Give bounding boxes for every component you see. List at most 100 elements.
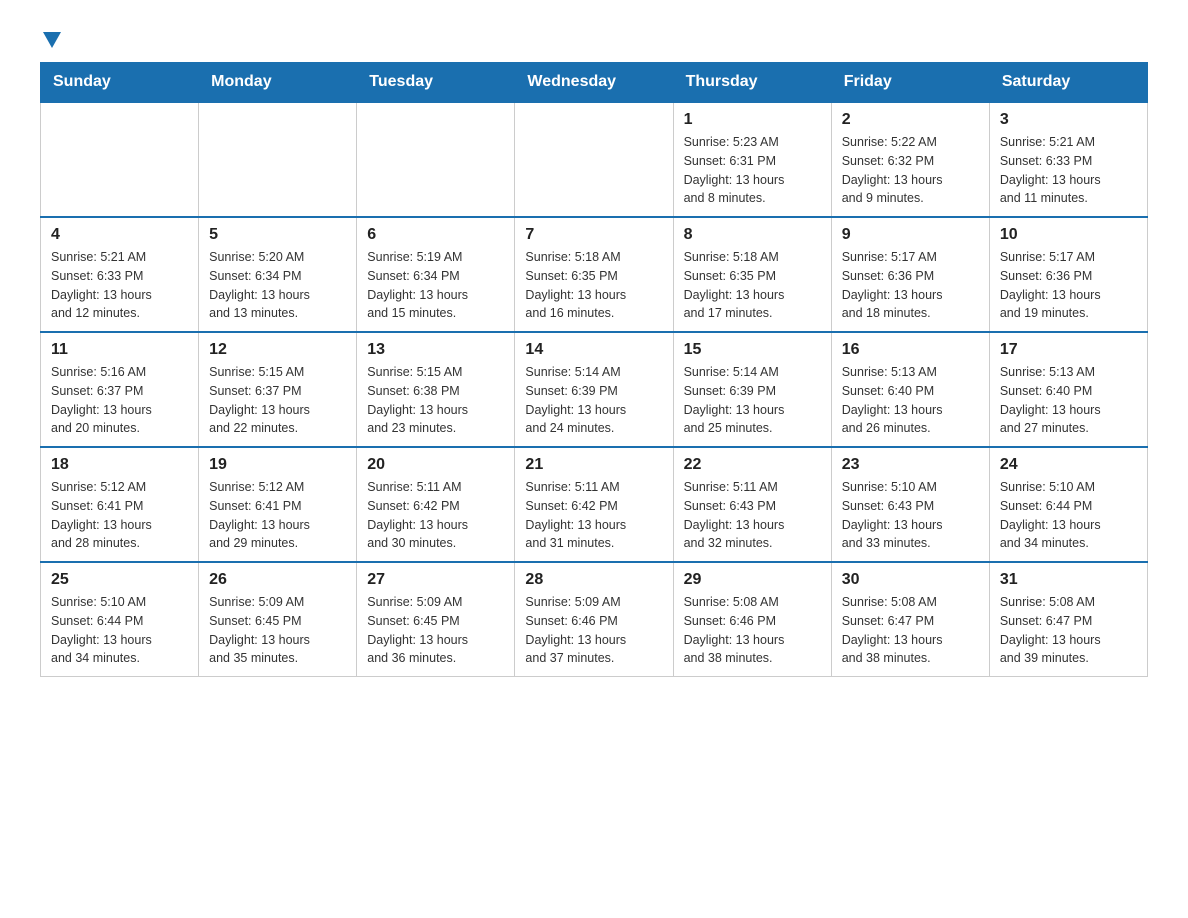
calendar-cell: 3 Sunrise: 5:21 AM Sunset: 6:33 PM Daylig… [989,102,1147,217]
day-info: Sunrise: 5:09 AM Sunset: 6:45 PM Dayligh… [209,593,346,668]
calendar-cell: 20 Sunrise: 5:11 AM Sunset: 6:42 PM Dayli… [357,447,515,562]
calendar-week-row: 1Sunrise: 5:23 AM Sunset: 6:31 PM Daylig… [41,102,1148,217]
day-number: 30 [842,571,979,589]
day-info: Sunrise: 5:21 AM Sunset: 6:33 PM Dayligh… [1000,133,1137,208]
day-number: 22 [684,456,821,474]
day-number: 18 [51,456,188,474]
calendar-cell: 19 Sunrise: 5:12 AM Sunset: 6:41 PM Dayli… [199,447,357,562]
calendar-header-row: Sunday Monday Tuesday Wednesday Thursday… [41,63,1148,103]
calendar-cell: 12 Sunrise: 5:15 AM Sunset: 6:37 PM Dayli… [199,332,357,447]
day-info: Sunrise: 5:10 AM Sunset: 6:44 PM Dayligh… [1000,478,1137,553]
day-info: Sunrise: 5:14 AM Sunset: 6:39 PM Dayligh… [684,363,821,438]
day-info: Sunrise: 5:17 AM Sunset: 6:36 PM Dayligh… [1000,248,1137,323]
day-info: Sunrise: 5:19 AM Sunset: 6:34 PM Dayligh… [367,248,504,323]
day-info: Sunrise: 5:11 AM Sunset: 6:43 PM Dayligh… [684,478,821,553]
day-number: 27 [367,571,504,589]
calendar-table: Sunday Monday Tuesday Wednesday Thursday… [40,62,1148,677]
day-number: 20 [367,456,504,474]
calendar-cell [41,102,199,217]
calendar-cell: 10Sunrise: 5:17 AM Sunset: 6:36 PM Dayli… [989,217,1147,332]
day-info: Sunrise: 5:12 AM Sunset: 6:41 PM Dayligh… [209,478,346,553]
page-header [40,30,1148,42]
col-friday: Friday [831,63,989,103]
calendar-week-row: 4Sunrise: 5:21 AM Sunset: 6:33 PM Daylig… [41,217,1148,332]
calendar-cell [515,102,673,217]
day-info: Sunrise: 5:17 AM Sunset: 6:36 PM Dayligh… [842,248,979,323]
calendar-cell: 24 Sunrise: 5:10 AM Sunset: 6:44 PM Dayli… [989,447,1147,562]
day-number: 6 [367,226,504,244]
col-saturday: Saturday [989,63,1147,103]
calendar-cell: 7Sunrise: 5:18 AM Sunset: 6:35 PM Daylig… [515,217,673,332]
calendar-cell: 11Sunrise: 5:16 AM Sunset: 6:37 PM Dayli… [41,332,199,447]
col-monday: Monday [199,63,357,103]
logo-line1 [40,30,61,46]
day-number: 1 [684,111,821,129]
calendar-cell: 22 Sunrise: 5:11 AM Sunset: 6:43 PM Dayli… [673,447,831,562]
day-info: Sunrise: 5:11 AM Sunset: 6:42 PM Dayligh… [367,478,504,553]
logo [40,30,61,42]
calendar-cell: 23 Sunrise: 5:10 AM Sunset: 6:43 PM Dayli… [831,447,989,562]
calendar-cell: 4Sunrise: 5:21 AM Sunset: 6:33 PM Daylig… [41,217,199,332]
calendar-cell: 26Sunrise: 5:09 AM Sunset: 6:45 PM Dayli… [199,562,357,677]
day-info: Sunrise: 5:08 AM Sunset: 6:47 PM Dayligh… [842,593,979,668]
logo-arrow-icon [43,32,61,48]
col-wednesday: Wednesday [515,63,673,103]
day-number: 25 [51,571,188,589]
day-number: 2 [842,111,979,129]
calendar-week-row: 18 Sunrise: 5:12 AM Sunset: 6:41 PM Dayli… [41,447,1148,562]
day-number: 5 [209,226,346,244]
calendar-cell: 25 Sunrise: 5:10 AM Sunset: 6:44 PM Dayli… [41,562,199,677]
calendar-cell: 2 Sunrise: 5:22 AM Sunset: 6:32 PM Daylig… [831,102,989,217]
day-number: 23 [842,456,979,474]
day-number: 8 [684,226,821,244]
day-info: Sunrise: 5:10 AM Sunset: 6:44 PM Dayligh… [51,593,188,668]
calendar-cell: 29 Sunrise: 5:08 AM Sunset: 6:46 PM Dayli… [673,562,831,677]
calendar-cell [357,102,515,217]
day-number: 13 [367,341,504,359]
calendar-cell: 18 Sunrise: 5:12 AM Sunset: 6:41 PM Dayli… [41,447,199,562]
day-number: 9 [842,226,979,244]
calendar-cell: 13 Sunrise: 5:15 AM Sunset: 6:38 PM Dayli… [357,332,515,447]
day-number: 24 [1000,456,1137,474]
calendar-cell: 21 Sunrise: 5:11 AM Sunset: 6:42 PM Dayli… [515,447,673,562]
day-number: 28 [525,571,662,589]
day-info: Sunrise: 5:12 AM Sunset: 6:41 PM Dayligh… [51,478,188,553]
day-number: 14 [525,341,662,359]
day-info: Sunrise: 5:14 AM Sunset: 6:39 PM Dayligh… [525,363,662,438]
day-number: 4 [51,226,188,244]
day-info: Sunrise: 5:20 AM Sunset: 6:34 PM Dayligh… [209,248,346,323]
day-info: Sunrise: 5:09 AM Sunset: 6:46 PM Dayligh… [525,593,662,668]
day-number: 12 [209,341,346,359]
day-info: Sunrise: 5:18 AM Sunset: 6:35 PM Dayligh… [684,248,821,323]
day-info: Sunrise: 5:15 AM Sunset: 6:37 PM Dayligh… [209,363,346,438]
day-info: Sunrise: 5:18 AM Sunset: 6:35 PM Dayligh… [525,248,662,323]
calendar-cell: 14 Sunrise: 5:14 AM Sunset: 6:39 PM Dayli… [515,332,673,447]
day-info: Sunrise: 5:08 AM Sunset: 6:46 PM Dayligh… [684,593,821,668]
calendar-cell: 16Sunrise: 5:13 AM Sunset: 6:40 PM Dayli… [831,332,989,447]
calendar-cell: 5 Sunrise: 5:20 AM Sunset: 6:34 PM Daylig… [199,217,357,332]
day-info: Sunrise: 5:22 AM Sunset: 6:32 PM Dayligh… [842,133,979,208]
day-number: 3 [1000,111,1137,129]
day-number: 11 [51,341,188,359]
calendar-cell: 28 Sunrise: 5:09 AM Sunset: 6:46 PM Dayli… [515,562,673,677]
day-number: 31 [1000,571,1137,589]
col-thursday: Thursday [673,63,831,103]
calendar-cell [199,102,357,217]
day-info: Sunrise: 5:15 AM Sunset: 6:38 PM Dayligh… [367,363,504,438]
calendar-cell: 30 Sunrise: 5:08 AM Sunset: 6:47 PM Dayli… [831,562,989,677]
day-number: 15 [684,341,821,359]
day-number: 17 [1000,341,1137,359]
day-number: 29 [684,571,821,589]
calendar-week-row: 11Sunrise: 5:16 AM Sunset: 6:37 PM Dayli… [41,332,1148,447]
day-info: Sunrise: 5:10 AM Sunset: 6:43 PM Dayligh… [842,478,979,553]
day-number: 19 [209,456,346,474]
day-info: Sunrise: 5:13 AM Sunset: 6:40 PM Dayligh… [1000,363,1137,438]
calendar-cell: 17 Sunrise: 5:13 AM Sunset: 6:40 PM Dayli… [989,332,1147,447]
col-tuesday: Tuesday [357,63,515,103]
calendar-cell: 6 Sunrise: 5:19 AM Sunset: 6:34 PM Daylig… [357,217,515,332]
col-sunday: Sunday [41,63,199,103]
calendar-cell: 8 Sunrise: 5:18 AM Sunset: 6:35 PM Daylig… [673,217,831,332]
day-info: Sunrise: 5:09 AM Sunset: 6:45 PM Dayligh… [367,593,504,668]
day-info: Sunrise: 5:11 AM Sunset: 6:42 PM Dayligh… [525,478,662,553]
day-number: 21 [525,456,662,474]
